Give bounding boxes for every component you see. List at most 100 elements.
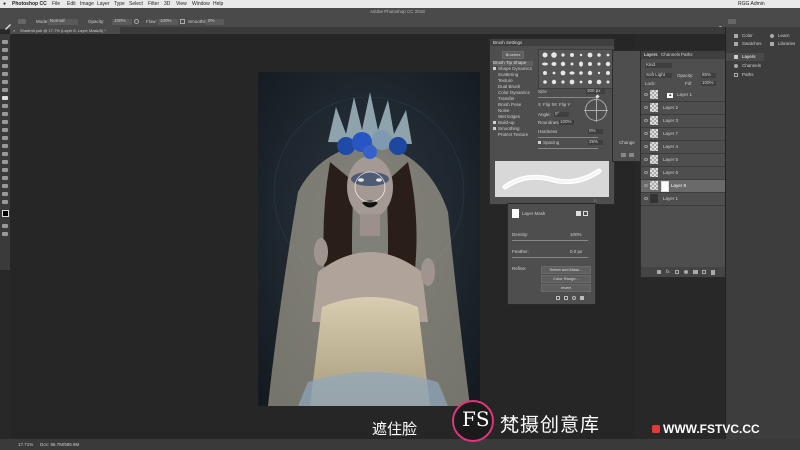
hardness-slider[interactable] — [538, 137, 598, 138]
option-protect-texture[interactable]: Protect Texture — [498, 132, 528, 138]
layers-icon[interactable] — [734, 55, 738, 59]
layer-row[interactable]: Layer 2 — [641, 102, 727, 115]
layer-row[interactable]: Layer 3 — [641, 115, 727, 128]
menu-image[interactable]: Image — [80, 1, 94, 7]
opacity-input[interactable]: 100% — [112, 18, 132, 25]
layer-row[interactable]: Layer 5 — [641, 154, 727, 167]
layer-row-selected[interactable]: Layer 8 — [641, 180, 727, 193]
color-panel-icon[interactable] — [734, 34, 738, 38]
menu-select[interactable]: Select — [129, 1, 143, 7]
group-folder-icon[interactable] — [693, 270, 698, 274]
clone-stamp-tool-icon[interactable] — [2, 104, 8, 108]
select-and-mask-button[interactable]: Select and Mask... — [541, 266, 591, 274]
history-brush-tool-icon[interactable] — [2, 112, 8, 116]
menu-view[interactable]: View — [176, 1, 187, 7]
libraries-icon[interactable] — [770, 42, 774, 46]
gradient-tool-icon[interactable] — [2, 128, 8, 132]
pressure-size-icon[interactable] — [236, 19, 241, 32]
airbrush-icon[interactable] — [180, 19, 185, 24]
feather-slider[interactable] — [512, 257, 588, 258]
option-texture[interactable]: Texture — [498, 78, 513, 84]
layer-row[interactable]: Layer 4 — [641, 141, 727, 154]
lasso-tool-icon[interactable] — [2, 56, 8, 60]
brushes-button[interactable]: Brushes — [502, 51, 524, 59]
density-value[interactable]: 100% — [570, 232, 582, 238]
quick-mask-icon[interactable] — [2, 224, 8, 228]
option-color-dynamics[interactable]: Color Dynamics — [498, 90, 530, 96]
menu-type[interactable]: Type — [114, 1, 125, 7]
more-tools-icon[interactable] — [2, 200, 8, 204]
invert-button[interactable]: Invert — [541, 284, 591, 292]
screen-mode-icon[interactable] — [2, 232, 8, 236]
channels-icon[interactable] — [734, 64, 738, 68]
size-slider[interactable] — [538, 97, 598, 98]
option-wet-edges[interactable]: Wet Edges — [498, 114, 520, 120]
tab-paths[interactable]: Paths — [681, 52, 693, 58]
delete-mask-icon[interactable] — [580, 296, 584, 300]
add-mask-icon[interactable] — [675, 270, 679, 274]
angle-input[interactable]: 0° — [554, 111, 569, 117]
fx-icon[interactable]: fx — [666, 269, 670, 275]
user-name[interactable]: RGG Admin — [738, 1, 765, 7]
dock-learn[interactable]: Learn — [778, 33, 790, 39]
density-slider[interactable] — [512, 240, 588, 241]
layer-row[interactable]: Layer 7 — [641, 128, 727, 141]
eraser-tool-icon[interactable] — [2, 120, 8, 124]
layer-row[interactable]: Layer 1 — [641, 193, 727, 206]
pen-tool-icon[interactable] — [2, 152, 8, 156]
flip-y-checkbox[interactable]: Flip Y — [554, 102, 570, 108]
learn-icon[interactable] — [770, 34, 774, 38]
zoom-tool-icon[interactable] — [2, 192, 8, 196]
load-selection-icon[interactable] — [556, 296, 560, 300]
smoothing-input[interactable]: 0% — [206, 18, 224, 25]
eye-icon[interactable] — [644, 132, 648, 135]
menu-3d[interactable]: 3D — [164, 1, 170, 7]
mode-select[interactable]: Normal — [48, 18, 78, 25]
blend-mode-select[interactable]: Soft Light — [645, 72, 672, 78]
spacing-slider[interactable] — [538, 148, 598, 149]
app-name[interactable]: Photoshop CC — [12, 1, 47, 7]
link-layers-icon[interactable] — [657, 270, 661, 274]
size-input[interactable]: 300 px — [586, 88, 605, 94]
roundness-input[interactable]: 100% — [559, 119, 574, 125]
shape-tool-icon[interactable] — [2, 176, 8, 180]
dock-color[interactable]: Color — [742, 33, 753, 39]
brush-tip-grid[interactable] — [538, 49, 614, 89]
layer-row[interactable]: Layer 6 — [641, 167, 727, 180]
menu-edit[interactable]: Edit — [67, 1, 76, 7]
eye-icon[interactable] — [644, 171, 648, 174]
fill-input[interactable]: 100% — [701, 80, 716, 86]
menu-filter[interactable]: Filter — [148, 1, 159, 7]
panel-trash-icon[interactable] — [629, 153, 634, 157]
layer-mask-thumbnail[interactable] — [661, 181, 669, 192]
menu-layer[interactable]: Layer — [97, 1, 110, 7]
marquee-tool-icon[interactable] — [2, 48, 8, 52]
search-icon[interactable] — [718, 19, 724, 32]
filter-kind-select[interactable]: Kind — [645, 62, 672, 68]
option-smoothing[interactable]: Smoothing — [493, 126, 520, 132]
spacing-checkbox[interactable]: Spacing — [538, 140, 559, 146]
menu-help[interactable]: Help — [213, 1, 223, 7]
healing-tool-icon[interactable] — [2, 88, 8, 92]
dodge-tool-icon[interactable] — [2, 144, 8, 148]
hand-tool-icon[interactable] — [2, 184, 8, 188]
document-image[interactable] — [258, 72, 480, 406]
dock-layers[interactable]: Layers — [742, 54, 756, 60]
option-brush-pose[interactable]: Brush Pose — [498, 102, 521, 108]
pixel-mask-icon[interactable] — [576, 211, 581, 216]
eye-icon[interactable] — [644, 145, 648, 148]
option-shape-dynamics[interactable]: Shape Dynamics — [493, 66, 532, 72]
angle-roundness-dial[interactable] — [584, 98, 608, 122]
tab-layers[interactable]: Layers — [644, 52, 658, 58]
apply-mask-icon[interactable] — [564, 296, 568, 300]
menu-file[interactable]: File — [52, 1, 60, 7]
brush-tool-icon-selected[interactable] — [2, 96, 8, 100]
apple-icon[interactable]: ● — [3, 1, 6, 7]
eye-icon[interactable] — [644, 158, 648, 161]
dock-swatches[interactable]: Swatches — [742, 41, 762, 47]
option-build-up[interactable]: Build-up — [493, 120, 515, 126]
dock-paths[interactable]: Paths — [742, 72, 754, 78]
option-dual-brush[interactable]: Dual Brush — [498, 84, 520, 90]
blur-tool-icon[interactable] — [2, 136, 8, 140]
color-range-button[interactable]: Color Range... — [541, 275, 591, 283]
